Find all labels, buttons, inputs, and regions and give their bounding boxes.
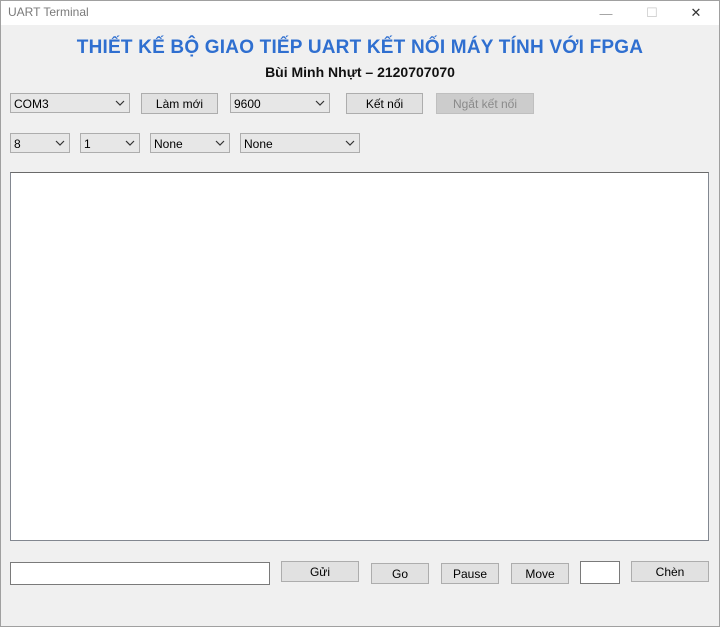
data-bits-select[interactable]: 8: [10, 133, 70, 153]
message-input[interactable]: [10, 562, 270, 585]
maximize-icon: ☐: [646, 5, 658, 20]
stop-bits-select[interactable]: 1: [80, 133, 140, 153]
app-window: UART Terminal — ☐ ✕ THIẾT KẾ BỘ GIAO TIẾ…: [0, 0, 720, 627]
minimize-icon: —: [599, 5, 613, 21]
port-select-value: COM3: [14, 97, 49, 111]
connect-button[interactable]: Kết nối: [346, 93, 423, 114]
title-bar: UART Terminal — ☐ ✕: [1, 1, 719, 25]
disconnect-button[interactable]: Ngắt kết nối: [436, 93, 534, 114]
port-select[interactable]: COM3: [10, 93, 130, 113]
window-title: UART Terminal: [8, 5, 89, 19]
chevron-down-icon: [315, 100, 325, 106]
pause-button[interactable]: Pause: [441, 563, 499, 584]
data-bits-value: 8: [14, 137, 21, 151]
parity-value: None: [154, 137, 183, 151]
chevron-down-icon: [115, 100, 125, 106]
parity-select[interactable]: None: [150, 133, 230, 153]
flow-control-select[interactable]: None: [240, 133, 360, 153]
baud-select-value: 9600: [234, 97, 261, 111]
refresh-button[interactable]: Làm mới: [141, 93, 218, 114]
close-icon: ✕: [690, 5, 702, 20]
close-button[interactable]: ✕: [673, 1, 719, 25]
go-button[interactable]: Go: [371, 563, 429, 584]
send-button[interactable]: Gửi: [281, 561, 359, 582]
chevron-down-icon: [125, 140, 135, 146]
chevron-down-icon: [215, 140, 225, 146]
insert-value-input[interactable]: [580, 561, 620, 584]
flow-control-value: None: [244, 137, 273, 151]
move-button[interactable]: Move: [511, 563, 569, 584]
page-title: THIẾT KẾ BỘ GIAO TIẾP UART KẾT NỐI MÁY T…: [76, 37, 644, 58]
chevron-down-icon: [345, 140, 355, 146]
author-subtitle: Bùi Minh Nhựt – 2120707070: [265, 64, 455, 80]
minimize-button[interactable]: —: [583, 1, 629, 25]
insert-button[interactable]: Chèn: [631, 561, 709, 582]
maximize-button[interactable]: ☐: [629, 1, 675, 25]
chevron-down-icon: [55, 140, 65, 146]
terminal-output[interactable]: [10, 172, 709, 541]
stop-bits-value: 1: [84, 137, 91, 151]
baud-select[interactable]: 9600: [230, 93, 330, 113]
